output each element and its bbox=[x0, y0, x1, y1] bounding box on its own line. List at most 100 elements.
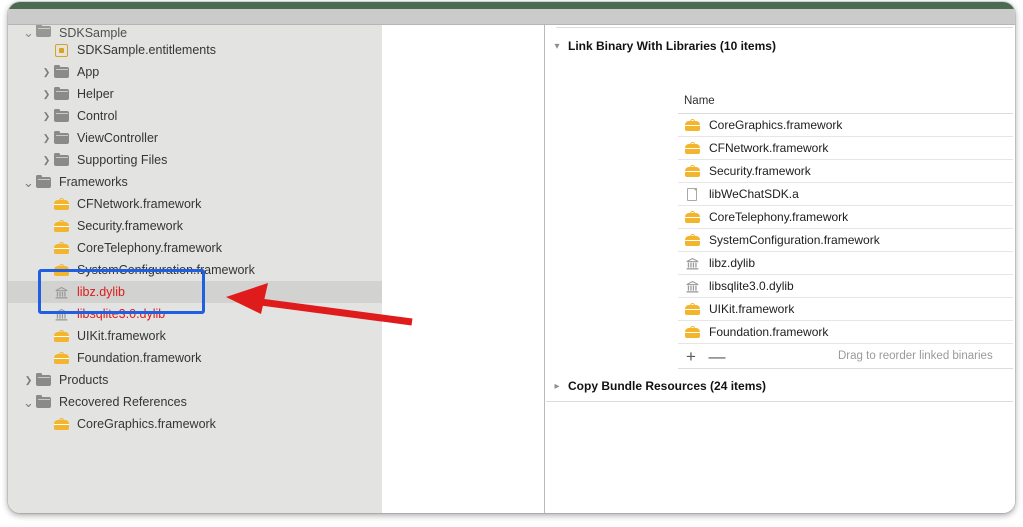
linked-library-name: libsqlite3.0.dylib bbox=[709, 279, 794, 293]
chevron-right-icon[interactable]: ❯ bbox=[40, 67, 53, 77]
chevron-right-icon[interactable]: ❯ bbox=[40, 133, 53, 143]
navigator-item[interactable]: CFNetwork.framework bbox=[8, 193, 382, 215]
dylib-icon bbox=[53, 306, 71, 322]
drag-reorder-hint: Drag to reorder linked binaries bbox=[838, 350, 993, 362]
linked-library-row[interactable]: UIKit.framework bbox=[678, 298, 1013, 321]
navigator-item[interactable]: ❯ Products bbox=[8, 369, 382, 391]
linked-library-row[interactable]: Foundation.framework bbox=[678, 321, 1013, 344]
folder-icon bbox=[35, 25, 53, 39]
framework-icon bbox=[54, 219, 69, 232]
navigator-item[interactable]: ⌄ Frameworks bbox=[8, 171, 382, 193]
navigator-item[interactable]: ❯ ViewController bbox=[8, 127, 382, 149]
navigator-item[interactable]: ⌄ Recovered References bbox=[8, 391, 382, 413]
chevron-right-icon[interactable]: ❯ bbox=[22, 375, 35, 385]
framework-icon bbox=[684, 209, 704, 225]
editor-pane[interactable] bbox=[382, 25, 545, 513]
window-toolbar[interactable] bbox=[8, 9, 1015, 25]
navigator-item[interactable]: ❯ App bbox=[8, 61, 382, 83]
document-icon bbox=[687, 188, 697, 201]
linked-library-name: CFNetwork.framework bbox=[709, 141, 829, 155]
library-toolbar[interactable]: + — Drag to reorder linked binaries bbox=[678, 344, 1013, 369]
navigator-item[interactable]: SystemConfiguration.framework bbox=[8, 259, 382, 281]
add-library-button[interactable]: + bbox=[678, 348, 704, 365]
navigator-item[interactable]: Foundation.framework bbox=[8, 347, 382, 369]
framework-icon bbox=[684, 301, 704, 317]
folder-icon bbox=[53, 64, 71, 80]
chevron-down-icon[interactable]: ⌄ bbox=[22, 396, 35, 409]
framework-icon bbox=[685, 302, 700, 315]
navigator-item[interactable]: SDKSample.entitlements bbox=[8, 39, 382, 61]
navigator-item[interactable]: UIKit.framework bbox=[8, 325, 382, 347]
linked-libraries-list[interactable]: CoreGraphics.framework CFNetwork.framewor… bbox=[678, 114, 1013, 369]
dylib-icon bbox=[55, 286, 68, 299]
linked-library-name: Security.framework bbox=[709, 164, 811, 178]
chevron-down-icon[interactable]: ⌄ bbox=[22, 176, 35, 189]
navigator-item[interactable]: libz.dylib bbox=[8, 281, 382, 303]
chevron-right-icon[interactable]: ❯ bbox=[40, 89, 53, 99]
navigator-item[interactable]: libsqlite3.0.dylib bbox=[8, 303, 382, 325]
column-header-name: Name bbox=[684, 95, 715, 107]
navigator-item[interactable]: Security.framework bbox=[8, 215, 382, 237]
linked-library-name: Foundation.framework bbox=[709, 325, 829, 339]
folder-icon bbox=[53, 152, 71, 168]
navigator-item-label: CFNetwork.framework bbox=[77, 196, 202, 211]
linked-library-row[interactable]: libWeChatSDK.a bbox=[678, 183, 1013, 206]
chevron-right-icon[interactable]: ❯ bbox=[40, 155, 53, 165]
copy-bundle-phase-title: Copy Bundle Resources (24 items) bbox=[568, 379, 767, 393]
framework-icon bbox=[54, 263, 69, 276]
linked-library-row[interactable]: libz.dylib bbox=[678, 252, 1013, 275]
linked-library-row[interactable]: CoreTelephony.framework bbox=[678, 206, 1013, 229]
linked-library-row[interactable]: Security.framework bbox=[678, 160, 1013, 183]
navigator-item[interactable]: ❯ Helper bbox=[8, 83, 382, 105]
link-binary-phase-title: Link Binary With Libraries (10 items) bbox=[568, 39, 776, 53]
window-top-strip bbox=[8, 2, 1015, 9]
folder-icon bbox=[53, 108, 71, 124]
navigator-item-label: Recovered References bbox=[59, 394, 187, 409]
navigator-item[interactable]: ❯ Supporting Files bbox=[8, 149, 382, 171]
framework-icon bbox=[684, 163, 704, 179]
navigator-item[interactable]: ❯ Control bbox=[8, 105, 382, 127]
framework-icon bbox=[53, 262, 71, 278]
linked-library-row[interactable]: CoreGraphics.framework bbox=[678, 114, 1013, 137]
chevron-right-icon[interactable]: ❯ bbox=[40, 111, 53, 121]
chevron-right-icon[interactable]: ▸ bbox=[546, 381, 568, 392]
navigator-item-label: CoreTelephony.framework bbox=[77, 240, 222, 255]
navigator-item-label: Control bbox=[77, 108, 118, 123]
copy-bundle-divider bbox=[546, 401, 1013, 402]
linked-library-name: libz.dylib bbox=[709, 256, 756, 270]
project-navigator-list: ⌄ SDKSample SDKSample.entitlements ❯ App ❯ Hel… bbox=[8, 25, 382, 435]
entitlements-icon bbox=[53, 42, 71, 58]
build-phases-pane[interactable]: ▾ Link Binary With Libraries (10 items) … bbox=[546, 25, 1015, 513]
linked-library-row[interactable]: libsqlite3.0.dylib bbox=[678, 275, 1013, 298]
framework-icon bbox=[54, 329, 69, 342]
framework-icon bbox=[53, 196, 71, 212]
framework-icon bbox=[53, 350, 71, 366]
linked-library-row[interactable]: CFNetwork.framework bbox=[678, 137, 1013, 160]
dylib-icon bbox=[684, 255, 704, 271]
navigator-item[interactable]: ⌄ SDKSample bbox=[8, 25, 382, 39]
navigator-item-label: App bbox=[77, 64, 100, 79]
project-navigator[interactable]: ⌄ SDKSample SDKSample.entitlements ❯ App ❯ Hel… bbox=[8, 25, 382, 513]
chevron-down-icon[interactable]: ▾ bbox=[546, 41, 568, 52]
framework-icon bbox=[53, 416, 71, 432]
folder-icon bbox=[54, 86, 69, 100]
remove-library-button[interactable]: — bbox=[704, 348, 730, 365]
linked-library-row[interactable]: SystemConfiguration.framework bbox=[678, 229, 1013, 252]
chevron-down-icon[interactable]: ⌄ bbox=[22, 26, 35, 39]
framework-icon bbox=[684, 117, 704, 133]
folder-icon bbox=[53, 130, 71, 146]
folder-icon bbox=[54, 130, 69, 144]
framework-icon bbox=[684, 232, 704, 248]
navigator-item[interactable]: CoreTelephony.framework bbox=[8, 237, 382, 259]
navigator-item-label: Supporting Files bbox=[77, 152, 168, 167]
navigator-item-label: Foundation.framework bbox=[77, 350, 202, 365]
link-binary-phase-header[interactable]: ▾ Link Binary With Libraries (10 items) bbox=[546, 36, 1015, 56]
folder-icon bbox=[54, 108, 69, 122]
copy-bundle-phase-header[interactable]: ▸ Copy Bundle Resources (24 items) bbox=[546, 376, 1015, 396]
navigator-item[interactable]: CoreGraphics.framework bbox=[8, 413, 382, 435]
pane-top-divider bbox=[556, 27, 1013, 28]
folder-icon bbox=[36, 25, 51, 37]
framework-icon bbox=[685, 141, 700, 154]
framework-icon bbox=[53, 240, 71, 256]
framework-icon bbox=[685, 325, 700, 338]
